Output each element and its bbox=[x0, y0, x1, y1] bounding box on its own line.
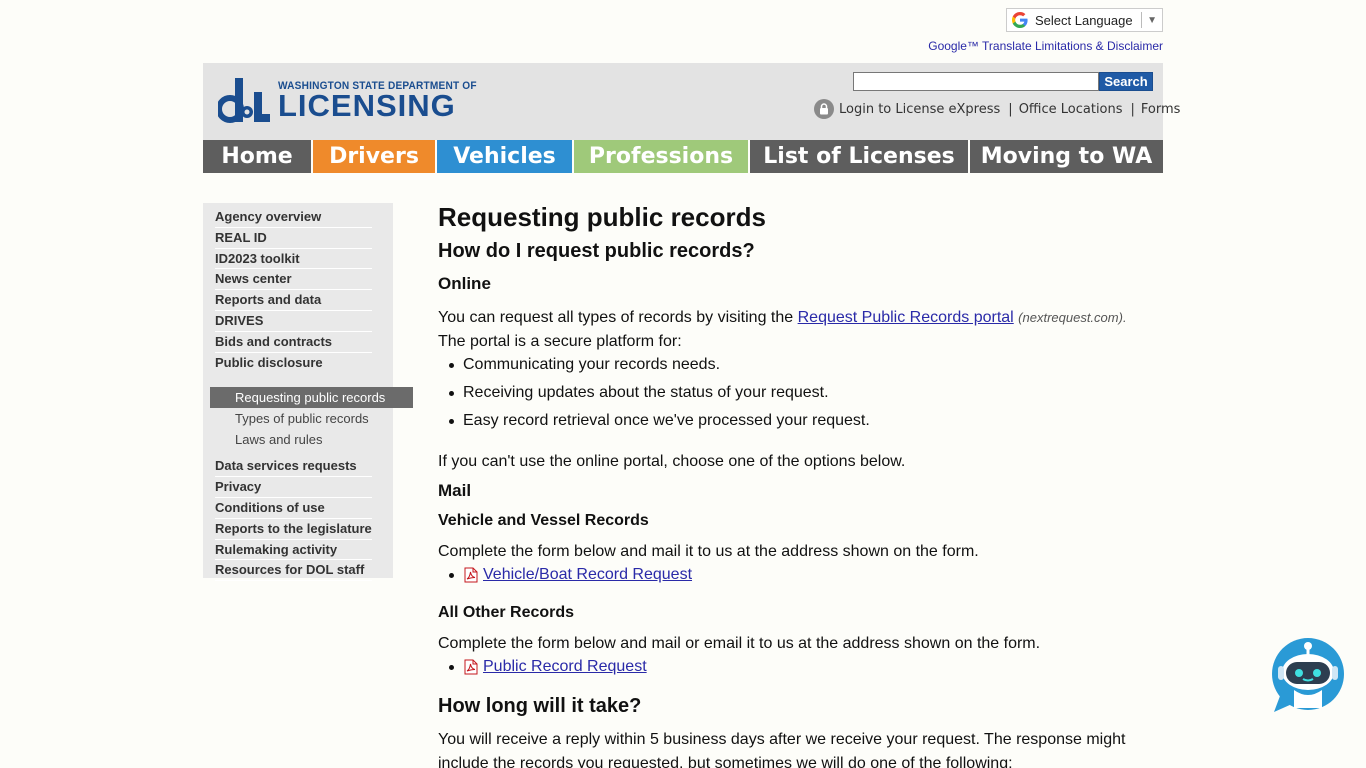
sidebar-item-conditions-of-use[interactable]: Conditions of use bbox=[215, 498, 372, 519]
section-heading-how-long: How long will it take? bbox=[438, 695, 642, 717]
sidebar-nav: Agency overview REAL ID ID2023 toolkit N… bbox=[203, 203, 413, 582]
list-item-text: Communicating your records needs. bbox=[463, 356, 721, 373]
sidebar-item-drives[interactable]: DRIVES bbox=[215, 311, 372, 332]
nav-label: Drivers bbox=[329, 144, 419, 169]
portal-domain-note: (nextrequest.com) bbox=[1018, 310, 1123, 325]
select-language-label: Select Language bbox=[1035, 12, 1133, 28]
login-license-express-link[interactable]: Login to License eXpress bbox=[839, 102, 1000, 117]
sidebar-subitem-laws-and-rules[interactable]: Laws and rules bbox=[210, 429, 413, 450]
bullet-dot bbox=[449, 362, 454, 368]
online-text: You can request all types of records by … bbox=[438, 309, 798, 326]
search-input[interactable] bbox=[853, 72, 1099, 91]
bullet-dot bbox=[449, 664, 454, 670]
sidebar-item-data-services-requests[interactable]: Data services requests bbox=[215, 456, 372, 478]
section-heading-how-to-request: How do I request public records? bbox=[438, 240, 755, 262]
vehicle-records-heading: Vehicle and Vessel Records bbox=[438, 512, 649, 529]
sidebar-item-reports-to-legislature[interactable]: Reports to the legislature bbox=[215, 519, 372, 540]
nav-drivers[interactable]: Drivers bbox=[313, 140, 437, 173]
chatbot-launcher[interactable] bbox=[1270, 638, 1346, 714]
list-item-text: Receiving updates about the status of yo… bbox=[463, 384, 829, 401]
portal-intro: The portal is a secure platform for: bbox=[438, 333, 682, 350]
vehicle-boat-record-request-link[interactable]: Vehicle/Boat Record Request bbox=[483, 566, 692, 584]
sidebar-item-public-disclosure[interactable]: Public disclosure bbox=[215, 353, 372, 374]
reply-paragraph-line2: include the records you requested, but s… bbox=[438, 755, 1013, 768]
list-item-text: Easy record retrieval once we've process… bbox=[463, 412, 870, 429]
bullet-dot bbox=[449, 572, 454, 578]
office-locations-link[interactable]: Office Locations bbox=[1019, 102, 1123, 117]
logo-subtitle: WASHINGTON STATE DEPARTMENT OF bbox=[278, 80, 477, 92]
forms-link[interactable]: Forms bbox=[1141, 102, 1181, 117]
sidebar-item-rulemaking-activity[interactable]: Rulemaking activity bbox=[215, 540, 372, 561]
sidebar-subitem-requesting-public-records[interactable]: Requesting public records bbox=[210, 387, 413, 409]
fallback-text: If you can't use the online portal, choo… bbox=[438, 453, 906, 470]
other-records-heading: All Other Records bbox=[438, 604, 575, 621]
sidebar-item-real-id[interactable]: REAL ID bbox=[215, 228, 372, 249]
sidebar-item-bids-and-contracts[interactable]: Bids and contracts bbox=[215, 332, 372, 353]
public-record-request-link[interactable]: Public Record Request bbox=[483, 658, 647, 676]
sidebar-subgroup: Requesting public records Types of publi… bbox=[203, 387, 413, 450]
utility-links: Login to License eXpress | Office Locati… bbox=[814, 98, 1180, 120]
pdf-icon bbox=[464, 659, 478, 675]
nav-label: Vehicles bbox=[453, 144, 556, 169]
site-search: Search bbox=[853, 72, 1153, 91]
link-separator: | bbox=[1008, 101, 1013, 117]
sidebar-item-news-center[interactable]: News center bbox=[215, 269, 372, 291]
google-g-icon bbox=[1011, 11, 1029, 29]
search-button[interactable]: Search bbox=[1099, 72, 1153, 91]
nav-moving-to-wa[interactable]: Moving to WA bbox=[970, 140, 1163, 173]
nav-list-of-licenses[interactable]: List of Licenses bbox=[750, 140, 970, 173]
pdf-icon bbox=[464, 567, 478, 583]
other-records-text: Complete the form below and mail or emai… bbox=[438, 635, 1041, 652]
dol-logo-icon bbox=[218, 78, 270, 123]
dol-logo[interactable]: WASHINGTON STATE DEPARTMENT OF LICENSING bbox=[218, 76, 494, 124]
chatbot-robot-icon bbox=[1272, 638, 1344, 712]
nav-professions[interactable]: Professions bbox=[574, 140, 750, 173]
request-portal-link[interactable]: Request Public Records portal bbox=[798, 309, 1014, 326]
sidebar-item-agency-overview[interactable]: Agency overview bbox=[215, 207, 372, 228]
link-separator: | bbox=[1130, 101, 1135, 117]
nav-label: Home bbox=[221, 144, 293, 169]
list-item: Vehicle/Boat Record Request bbox=[449, 566, 692, 584]
site-header: WASHINGTON STATE DEPARTMENT OF LICENSING… bbox=[203, 63, 1180, 140]
main-nav: Home Drivers Vehicles Professions List o… bbox=[203, 140, 1163, 173]
online-paragraph: You can request all types of records by … bbox=[438, 306, 1127, 330]
nav-label: Professions bbox=[588, 144, 734, 169]
mail-heading: Mail bbox=[438, 481, 472, 500]
select-divider bbox=[1141, 12, 1143, 28]
bullet-dot bbox=[449, 390, 454, 396]
online-heading: Online bbox=[438, 274, 491, 293]
list-item: Public Record Request bbox=[449, 658, 647, 676]
portal-note-period: . bbox=[1122, 310, 1127, 325]
lock-icon bbox=[814, 99, 834, 119]
nav-label: List of Licenses bbox=[763, 144, 955, 169]
logo-title: LICENSING bbox=[278, 88, 456, 123]
dropdown-arrow-icon: ▼ bbox=[1147, 14, 1157, 26]
reply-paragraph-line1: You will receive a reply within 5 busine… bbox=[438, 731, 1126, 748]
list-item: Communicating your records needs. bbox=[449, 356, 720, 374]
list-item: Easy record retrieval once we've process… bbox=[449, 412, 870, 430]
translate-disclaimer-link[interactable]: Google™ Translate Limitations & Disclaim… bbox=[880, 39, 1163, 53]
sidebar-item-resources-for-dol-staff[interactable]: Resources for DOL staff bbox=[215, 560, 372, 582]
nav-home[interactable]: Home bbox=[203, 140, 313, 173]
page-title: Requesting public records bbox=[438, 202, 766, 232]
language-select[interactable]: Select Language ▼ bbox=[1006, 8, 1163, 32]
vehicle-records-text: Complete the form below and mail it to u… bbox=[438, 543, 979, 560]
bullet-dot bbox=[449, 418, 454, 424]
sidebar-item-reports-and-data[interactable]: Reports and data bbox=[215, 290, 372, 311]
nav-vehicles[interactable]: Vehicles bbox=[437, 140, 574, 173]
list-item: Receiving updates about the status of yo… bbox=[449, 384, 829, 402]
nav-label: Moving to WA bbox=[980, 144, 1153, 169]
sidebar-subitem-types-of-public-records[interactable]: Types of public records bbox=[210, 408, 413, 429]
sidebar-item-privacy[interactable]: Privacy bbox=[215, 477, 372, 498]
sidebar-item-id2023-toolkit[interactable]: ID2023 toolkit bbox=[215, 249, 372, 270]
